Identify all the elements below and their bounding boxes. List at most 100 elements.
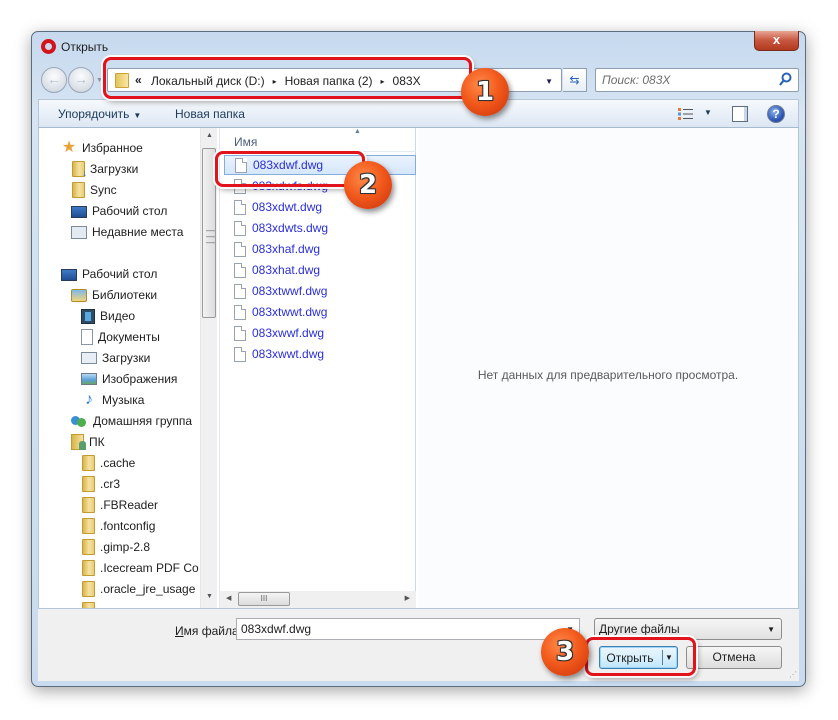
close-button[interactable]: x: [754, 31, 799, 51]
title-bar[interactable]: Открыть x: [32, 31, 805, 60]
sidebar-item-label: .fontconfig: [100, 519, 156, 533]
sidebar-item[interactable]: Sync: [71, 180, 117, 200]
sidebar-item-label: Загрузки: [102, 351, 151, 365]
file-name: 083xwwt.dwg: [252, 347, 325, 361]
sidebar-item[interactable]: Документы: [81, 327, 160, 347]
step-badge-2: 2: [344, 161, 392, 209]
sidebar-item[interactable]: ★ Избранное: [61, 138, 143, 158]
search-icon[interactable]: [779, 72, 792, 87]
search-box[interactable]: [595, 68, 799, 92]
file-name: 083xdwts.dwg: [252, 221, 329, 235]
sidebar-item[interactable]: .oracle_jre_usage: [81, 579, 195, 599]
file-name: 083xhat.dwg: [252, 263, 321, 277]
file-row[interactable]: 083xtwwt.dwg: [224, 302, 416, 322]
file-row[interactable]: 083xhat.dwg: [224, 260, 416, 280]
chevron-down-icon: ▼: [133, 111, 142, 120]
no-preview-message: Нет данных для предварительного просмотр…: [477, 368, 739, 382]
sidebar-item[interactable]: Видео: [81, 306, 135, 326]
file-icon: [234, 283, 246, 299]
navigation-pane-scrollbar[interactable]: ▲ — — — ▼: [200, 128, 217, 608]
new-folder-button[interactable]: Новая папка: [175, 107, 245, 121]
callout-open-button: [585, 637, 696, 676]
folder-icon: [72, 182, 85, 198]
file-row[interactable]: 083xtwwf.dwg: [224, 281, 416, 301]
sidebar-item-label: Загрузки: [90, 162, 139, 176]
scroll-left-icon[interactable]: ◀: [226, 594, 231, 602]
preview-pane-icon[interactable]: [732, 106, 748, 122]
open-file-dialog: Открыть x ← → ▼ « Локальный диск (D:) ▸ …: [31, 31, 806, 687]
sidebar-item[interactable]: Недавние места: [71, 222, 183, 242]
refresh-button[interactable]: ⇆: [563, 68, 587, 92]
search-input[interactable]: [602, 73, 772, 87]
file-name: 083xtwwt.dwg: [252, 305, 328, 319]
sidebar-item[interactable]: .cache: [81, 453, 135, 473]
file-row[interactable]: 083xhaf.dwg: [224, 239, 416, 259]
resize-grip-icon[interactable]: ⋰: [789, 670, 797, 679]
cancel-button[interactable]: Отмена: [686, 646, 782, 669]
grip-icon: — — —: [206, 225, 215, 247]
folder-icon: [82, 497, 95, 513]
libraries-icon: [71, 288, 87, 302]
sidebar-item[interactable]: .FBReader: [81, 495, 158, 515]
sidebar-item-label: .cr3: [100, 477, 121, 491]
file-list-horizontal-scrollbar[interactable]: ◀ III ▶: [220, 591, 416, 608]
sidebar-item[interactable]: Загрузки: [71, 159, 138, 179]
sidebar-item[interactable]: .cr3: [81, 474, 120, 494]
filename-label: Имя файла:: [175, 624, 242, 638]
chevron-down-icon: ▼: [767, 625, 775, 634]
column-header-name[interactable]: ▲ Имя: [220, 128, 416, 152]
downloads-library-icon: [81, 352, 97, 364]
file-name: 083xtwwf.dwg: [252, 284, 328, 298]
file-row[interactable]: 083xwwt.dwg: [224, 344, 416, 364]
user-folder-icon: [71, 434, 86, 450]
sidebar-item-partial[interactable]: [81, 600, 100, 608]
folder-icon: [82, 539, 95, 555]
scroll-down-icon[interactable]: ▼: [206, 593, 213, 600]
organize-button[interactable]: Упорядочить ▼: [58, 107, 141, 121]
filename-combobox[interactable]: ▼: [236, 618, 580, 640]
file-row[interactable]: 083xwwf.dwg: [224, 323, 416, 343]
sidebar-item[interactable]: Загрузки: [81, 348, 150, 368]
recent-places-icon: [71, 225, 87, 239]
navigation-pane: ★ Избранное Загрузки Sync Рабочий стол Недавн…: [39, 128, 200, 608]
step-badge-3: 3: [541, 628, 589, 676]
folder-icon: [82, 476, 95, 492]
filename-label-accesskey: И: [175, 624, 184, 638]
address-dropdown-icon[interactable]: ▼: [545, 77, 553, 86]
sidebar-item[interactable]: .Icecream PDF Co: [81, 558, 199, 578]
scroll-right-icon[interactable]: ▶: [405, 594, 410, 602]
sidebar-item-label: Рабочий стол: [92, 204, 168, 218]
homegroup-icon: [71, 413, 88, 429]
sidebar-item[interactable]: ♪ Музыка: [81, 390, 144, 410]
scrollbar-thumb[interactable]: III: [238, 592, 290, 606]
file-row[interactable]: 083xdwt.dwg: [224, 197, 416, 217]
music-library-icon: ♪: [85, 391, 93, 408]
desktop-icon: [61, 269, 77, 281]
sidebar-item[interactable]: Рабочий стол: [71, 201, 167, 221]
scroll-up-icon[interactable]: ▲: [206, 132, 213, 139]
sidebar-item[interactable]: .fontconfig: [81, 516, 155, 536]
sidebar-item[interactable]: .gimp-2.8: [81, 537, 150, 557]
sidebar-item-label: ПК: [89, 435, 105, 449]
sidebar-item[interactable]: Изображения: [81, 369, 177, 389]
recent-locations-dropdown[interactable]: ▼: [96, 77, 103, 84]
sort-ascending-icon: ▲: [354, 128, 361, 135]
help-icon[interactable]: ?: [767, 105, 785, 123]
forward-button[interactable]: →: [68, 67, 94, 93]
downloads-folder-icon: [72, 161, 87, 179]
view-list-icon[interactable]: [678, 108, 694, 120]
sidebar-item[interactable]: Библиотеки: [71, 285, 157, 305]
filename-label-text: мя файла:: [183, 624, 242, 638]
sidebar-item[interactable]: Домашняя группа: [71, 411, 192, 431]
filename-input[interactable]: [241, 622, 551, 636]
callout-selected-file: [215, 151, 365, 187]
star-icon: ★: [61, 139, 77, 156]
views-dropdown-icon[interactable]: ▼: [704, 108, 712, 117]
file-row[interactable]: 083xdwts.dwg: [224, 218, 416, 238]
step-badge-1: 1: [461, 68, 509, 116]
sidebar-item-label: Библиотеки: [92, 288, 158, 302]
back-button[interactable]: ←: [41, 67, 67, 93]
scrollbar-thumb[interactable]: — — —: [202, 148, 216, 318]
sidebar-item[interactable]: Рабочий стол: [61, 264, 157, 284]
sidebar-item[interactable]: ПК: [71, 432, 105, 452]
